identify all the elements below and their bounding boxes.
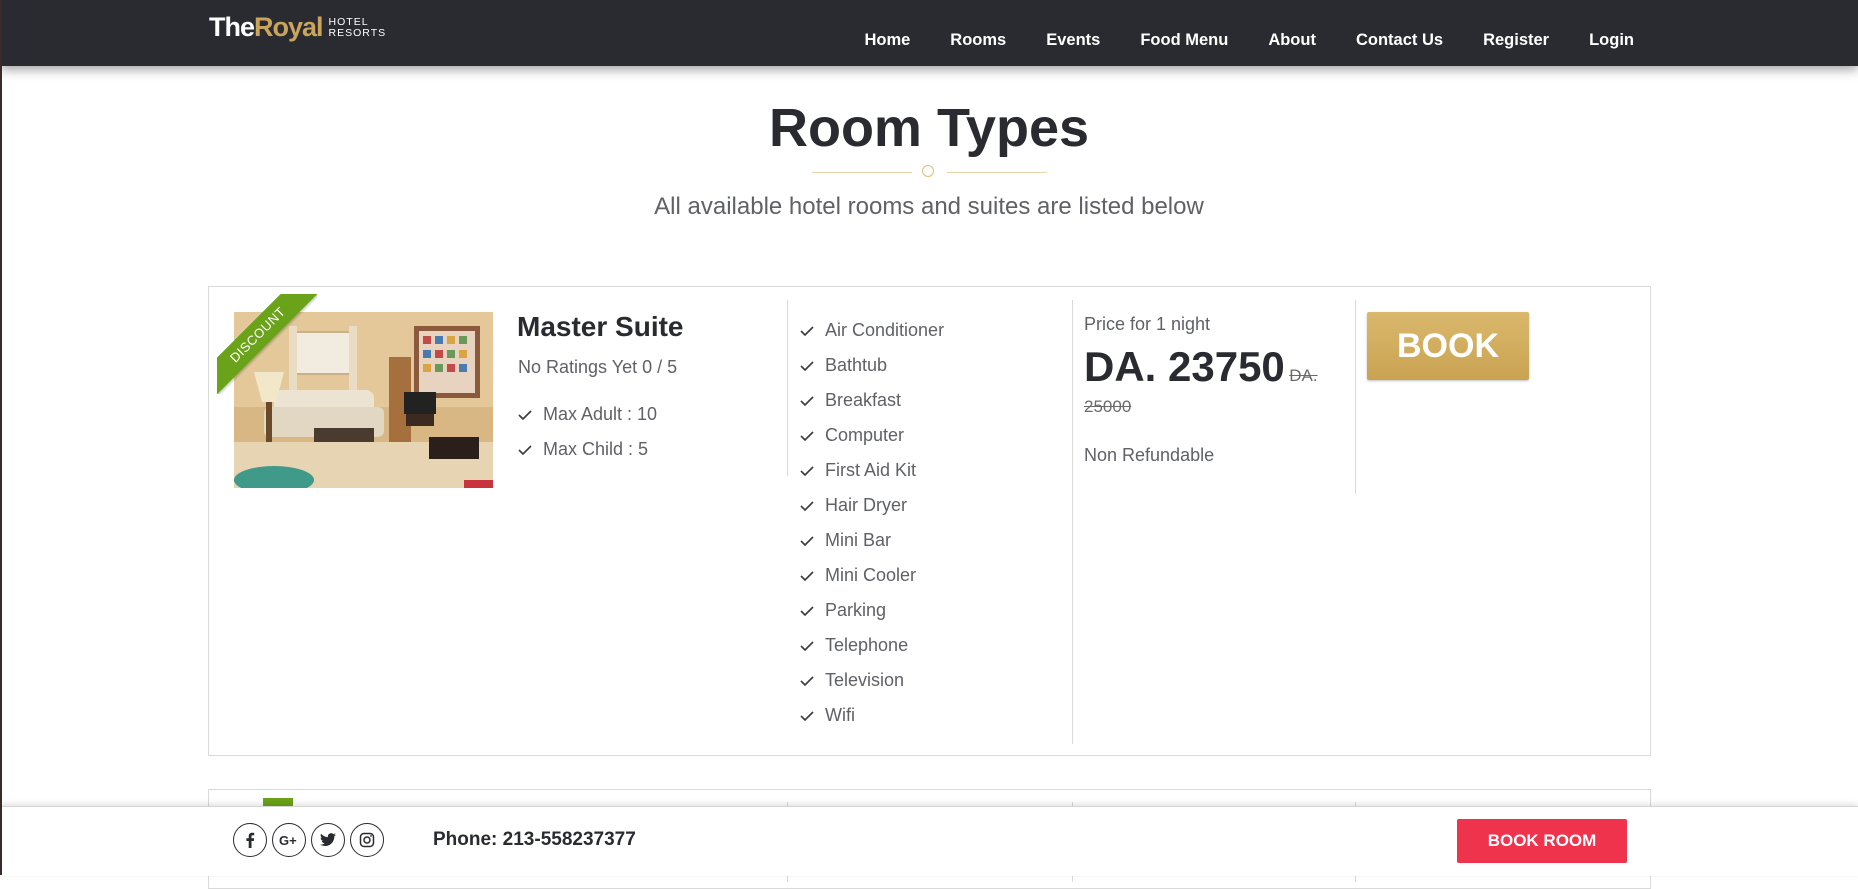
facebook-icon[interactable] <box>233 823 267 857</box>
amenity-label: Wifi <box>825 705 855 725</box>
amenity-label: First Aid Kit <box>825 460 917 480</box>
check-icon <box>800 430 814 441</box>
amenity-item: Mini Bar <box>800 523 944 558</box>
check-icon <box>800 360 814 371</box>
price-block: DA. 23750 DA. 25000 <box>1084 346 1334 423</box>
room-name[interactable]: Master Suite <box>517 311 684 343</box>
amenity-label: Bathtub <box>825 355 888 375</box>
check-icon <box>518 409 532 420</box>
amenity-item: Telephone <box>800 628 944 663</box>
amenities-list: Air Conditioner Bathtub Breakfast Computer F… <box>800 313 944 733</box>
main-nav: Home Rooms Events Food Menu About Contac… <box>824 31 1634 50</box>
logo-subtitle: HOTEL RESORTS <box>328 15 387 39</box>
amenity-label: Computer <box>825 425 905 445</box>
phone-number[interactable]: Phone: 213-558237377 <box>433 829 636 851</box>
logo-royal: Royal <box>254 12 324 42</box>
check-icon <box>800 395 814 406</box>
amenity-item: Hair Dryer <box>800 488 944 523</box>
column-separator <box>1072 300 1073 744</box>
refund-policy: Non Refundable <box>1084 445 1215 465</box>
occupancy-item: Max Adult : 10 <box>518 397 657 432</box>
check-icon <box>800 465 814 476</box>
amenity-label: Parking <box>825 600 887 620</box>
amenity-item: Mini Cooler <box>800 558 944 593</box>
amenity-item: Breakfast <box>800 383 944 418</box>
page-subtitle: All available hotel rooms and suites are… <box>654 193 1204 220</box>
discount-badge: DISCOUNT <box>217 294 317 394</box>
svg-text:G+: G+ <box>279 833 297 847</box>
room-rating: No Ratings Yet 0 / 5 <box>518 357 678 377</box>
page-title: Room Types <box>768 98 1090 158</box>
amenity-label: Mini Cooler <box>825 565 917 585</box>
sticky-footer: G+ Phone: 213-558237377 BOOK ROOM <box>0 806 1858 876</box>
divider-line-left <box>812 172 912 173</box>
nav-login[interactable]: Login <box>1589 31 1634 50</box>
amenity-label: Telephone <box>825 635 909 655</box>
nav-register[interactable]: Register <box>1483 31 1549 50</box>
book-button[interactable]: BOOK <box>1367 312 1529 380</box>
amenity-item: Television <box>800 663 944 698</box>
occupancy-list: Max Adult : 10 Max Child : 5 <box>518 397 657 467</box>
nav-events[interactable]: Events <box>1046 31 1100 50</box>
amenity-label: Television <box>825 670 905 690</box>
amenity-item: Air Conditioner <box>800 313 944 348</box>
title-divider <box>812 165 1047 179</box>
amenity-label: Mini Bar <box>825 530 892 550</box>
amenity-item: Bathtub <box>800 348 944 383</box>
amenity-label: Air Conditioner <box>825 320 945 340</box>
logo-sub-hotel: HOTEL <box>328 15 369 28</box>
check-icon <box>800 325 814 336</box>
amenity-label: Hair Dryer <box>825 495 908 515</box>
logo-the: The <box>209 12 255 42</box>
check-icon <box>800 570 814 581</box>
divider-line-right <box>947 172 1047 173</box>
discount-ribbon: DISCOUNT <box>217 294 317 394</box>
check-icon <box>800 710 814 721</box>
check-icon <box>800 675 814 686</box>
amenity-item: Wifi <box>800 698 944 733</box>
discounted-price: DA. 23750 <box>1084 343 1285 390</box>
social-links: G+ <box>233 823 389 857</box>
logo-sub-resorts: RESORTS <box>328 26 387 39</box>
divider-dot <box>922 165 934 177</box>
nav-rooms[interactable]: Rooms <box>950 31 1006 50</box>
check-icon <box>800 535 814 546</box>
amenity-item: First Aid Kit <box>800 453 944 488</box>
nav-about[interactable]: About <box>1268 31 1316 50</box>
room-card: DISCOUNT Master Suite No Ratings Yet 0 /… <box>208 286 1651 756</box>
brand-logo[interactable]: The Royal HOTEL RESORTS <box>209 12 386 43</box>
occupancy-item: Max Child : 5 <box>518 432 657 467</box>
column-separator <box>1355 300 1356 494</box>
google-plus-icon[interactable]: G+ <box>272 823 306 857</box>
max-adult: Max Adult : 10 <box>543 404 658 424</box>
check-icon <box>800 500 814 511</box>
check-icon <box>800 640 814 651</box>
nav-food-menu[interactable]: Food Menu <box>1140 31 1228 50</box>
twitter-icon[interactable] <box>311 823 345 857</box>
top-navbar: The Royal HOTEL RESORTS Home Rooms Event… <box>0 0 1858 66</box>
amenity-item: Computer <box>800 418 944 453</box>
column-separator <box>787 300 788 476</box>
check-icon <box>518 444 532 455</box>
book-room-button[interactable]: BOOK ROOM <box>1457 819 1627 863</box>
amenity-label: Breakfast <box>825 390 902 410</box>
nav-home[interactable]: Home <box>864 31 910 50</box>
max-child: Max Child : 5 <box>543 439 649 459</box>
window-edge <box>0 0 2 875</box>
instagram-icon[interactable] <box>350 823 384 857</box>
check-icon <box>800 605 814 616</box>
amenity-item: Parking <box>800 593 944 628</box>
nav-contact-us[interactable]: Contact Us <box>1356 31 1443 50</box>
price-label: Price for 1 night <box>1084 314 1211 334</box>
